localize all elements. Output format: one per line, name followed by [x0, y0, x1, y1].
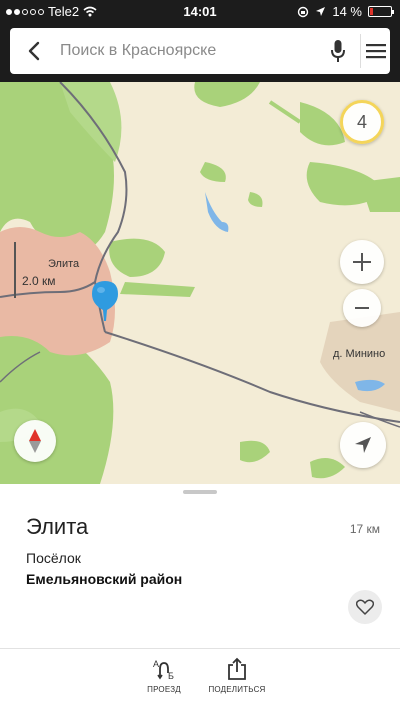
bottom-toolbar: А Б ПРОЕЗД ПОДЕЛИТЬСЯ	[0, 648, 400, 711]
route-label: ПРОЕЗД	[147, 685, 181, 694]
drag-handle[interactable]	[183, 490, 217, 494]
scale-bar	[14, 242, 16, 298]
wifi-icon	[83, 6, 97, 17]
hamburger-icon	[366, 44, 386, 59]
map-label-elita: Элита	[48, 258, 80, 270]
share-button[interactable]: ПОДЕЛИТЬСЯ	[197, 657, 277, 694]
zoom-out-button[interactable]	[343, 289, 381, 327]
chevron-left-icon	[28, 41, 40, 61]
signal-strength-icon	[6, 8, 44, 15]
search-bar[interactable]: Поиск в Красноярске	[10, 28, 390, 74]
map-label-minino: д. Минино	[333, 348, 386, 360]
divider	[360, 34, 361, 68]
route-icon: А Б	[153, 659, 174, 681]
route-button[interactable]: А Б ПРОЕЗД	[124, 657, 204, 694]
compass-button[interactable]	[14, 420, 56, 462]
location-arrow-icon	[355, 437, 371, 453]
heart-icon	[356, 599, 374, 615]
scale-label: 2.0 км	[22, 274, 56, 288]
plus-icon	[353, 253, 371, 271]
map-view[interactable]: Элита д. Минино 2.0 км 4	[0, 82, 400, 484]
status-right: 14 %	[297, 4, 394, 19]
battery-percent: 14 %	[332, 4, 362, 19]
place-distance: 17 км	[349, 522, 380, 536]
favorite-button[interactable]	[348, 590, 382, 624]
minus-icon	[355, 307, 369, 309]
battery-icon	[368, 6, 394, 17]
share-icon	[228, 657, 246, 680]
back-button[interactable]	[20, 37, 48, 65]
traffic-button[interactable]: 4	[340, 100, 384, 144]
compass-icon	[29, 429, 41, 453]
my-location-button[interactable]	[340, 422, 386, 468]
rotation-lock-icon	[298, 6, 309, 17]
map-pin-icon[interactable]	[91, 280, 119, 322]
zoom-in-button[interactable]	[340, 240, 384, 284]
top-bar: Поиск в Красноярске	[0, 22, 400, 82]
menu-button[interactable]	[362, 37, 390, 65]
place-title: Элита	[26, 514, 89, 539]
search-input[interactable]: Поиск в Красноярске	[60, 42, 216, 60]
place-type: Посёлок	[26, 550, 81, 566]
microphone-icon	[331, 40, 345, 62]
voice-search-button[interactable]	[324, 37, 352, 65]
carrier-info: Tele2	[6, 4, 97, 19]
traffic-level: 4	[356, 111, 367, 132]
place-region: Емельяновский район	[26, 571, 183, 587]
place-card[interactable]: Элита 17 км Посёлок Емельяновский район	[0, 484, 400, 648]
status-bar: Tele2 14:01 14 %	[0, 0, 400, 22]
map-background	[0, 82, 400, 484]
share-label: ПОДЕЛИТЬСЯ	[208, 685, 266, 694]
location-services-icon	[316, 7, 326, 16]
svg-text:А: А	[153, 659, 159, 669]
carrier-name: Tele2	[48, 4, 80, 19]
